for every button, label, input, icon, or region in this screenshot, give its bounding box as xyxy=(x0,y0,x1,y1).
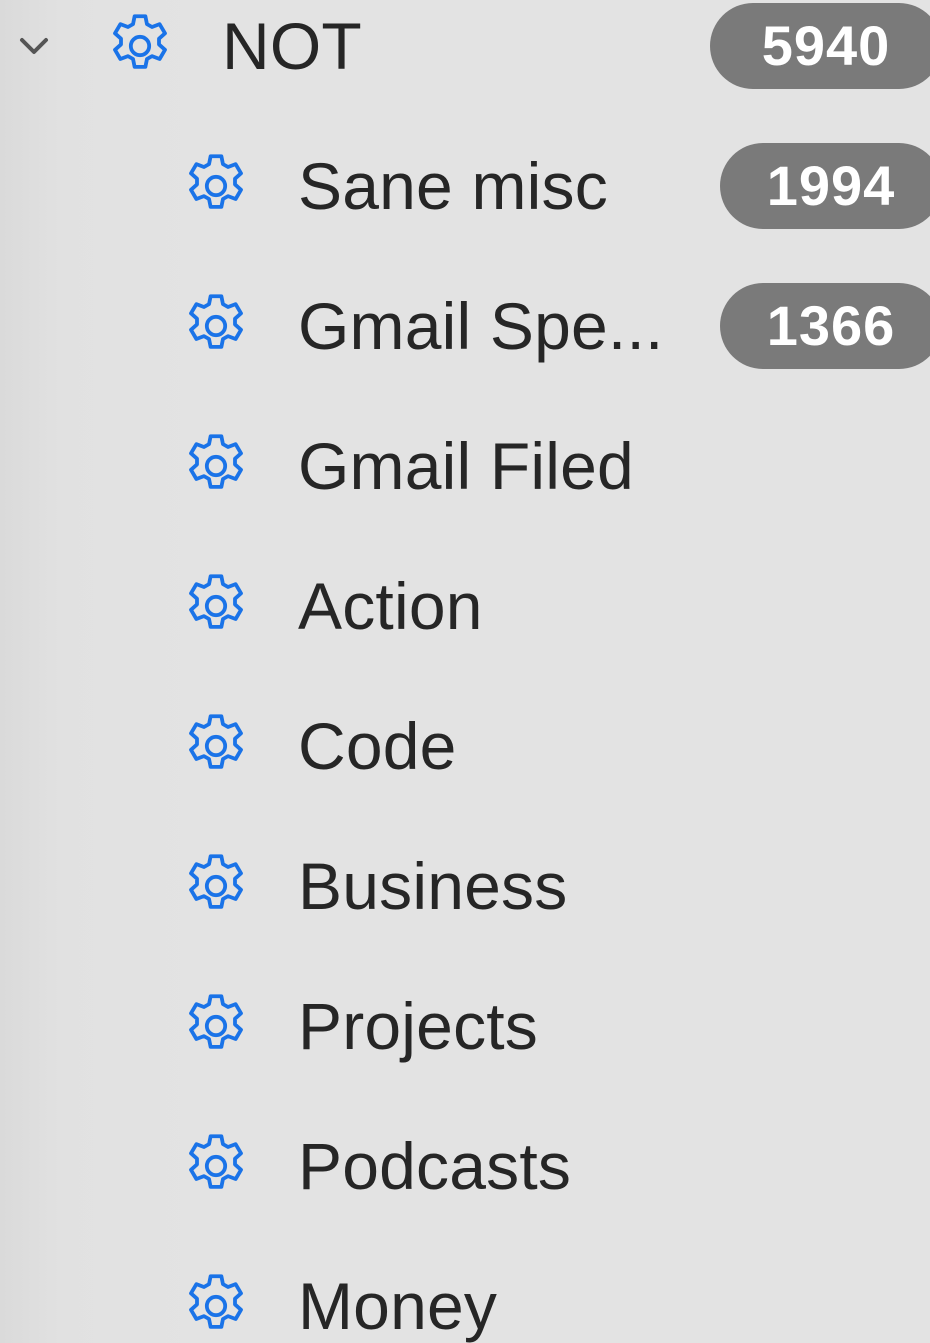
gear-icon xyxy=(178,848,254,924)
sidebar-item-label: Money xyxy=(298,1269,498,1343)
sidebar-item-label: Gmail Filed xyxy=(298,429,634,503)
sidebar-item-podcasts[interactable]: Podcasts xyxy=(0,1096,930,1236)
gear-icon xyxy=(178,288,254,364)
gear-icon xyxy=(178,988,254,1064)
gear-icon xyxy=(178,148,254,224)
gear-icon xyxy=(178,1268,254,1343)
unread-count-badge: 1366 xyxy=(720,283,930,369)
sidebar-item-gmail-spe[interactable]: Gmail Spe... 1366 xyxy=(0,256,930,396)
sidebar-item-label: Podcasts xyxy=(298,1129,572,1203)
chevron-down-icon[interactable] xyxy=(14,26,54,66)
sidebar-item-label: Sane misc xyxy=(298,149,608,223)
sidebar-item-label: Projects xyxy=(298,989,539,1063)
sidebar-item-business[interactable]: Business xyxy=(0,816,930,956)
sidebar-item-action[interactable]: Action xyxy=(0,536,930,676)
sidebar-item-code[interactable]: Code xyxy=(0,676,930,816)
sidebar-item-money[interactable]: Money xyxy=(0,1236,930,1343)
gear-icon xyxy=(178,428,254,504)
sidebar-item-projects[interactable]: Projects xyxy=(0,956,930,1096)
gear-icon xyxy=(102,8,178,84)
sidebar-item-label: Gmail Spe... xyxy=(298,289,664,363)
sidebar-group-not[interactable]: NOT 5940 xyxy=(0,0,930,116)
gear-icon xyxy=(178,568,254,644)
sidebar-item-label: Business xyxy=(298,849,568,923)
sidebar-item-label: Code xyxy=(298,709,457,783)
sidebar-item-label: Action xyxy=(298,569,483,643)
sidebar-item-gmail-filed[interactable]: Gmail Filed xyxy=(0,396,930,536)
gear-icon xyxy=(178,708,254,784)
sidebar-item-sane-misc[interactable]: Sane misc 1994 xyxy=(0,116,930,256)
mailbox-sidebar: NOT 5940 Sane misc 1994 Gmail Spe... 136… xyxy=(0,0,930,1343)
gear-icon xyxy=(178,1128,254,1204)
unread-count-badge: 1994 xyxy=(720,143,930,229)
sidebar-group-label: NOT xyxy=(222,9,362,83)
unread-count-badge: 5940 xyxy=(710,3,930,89)
